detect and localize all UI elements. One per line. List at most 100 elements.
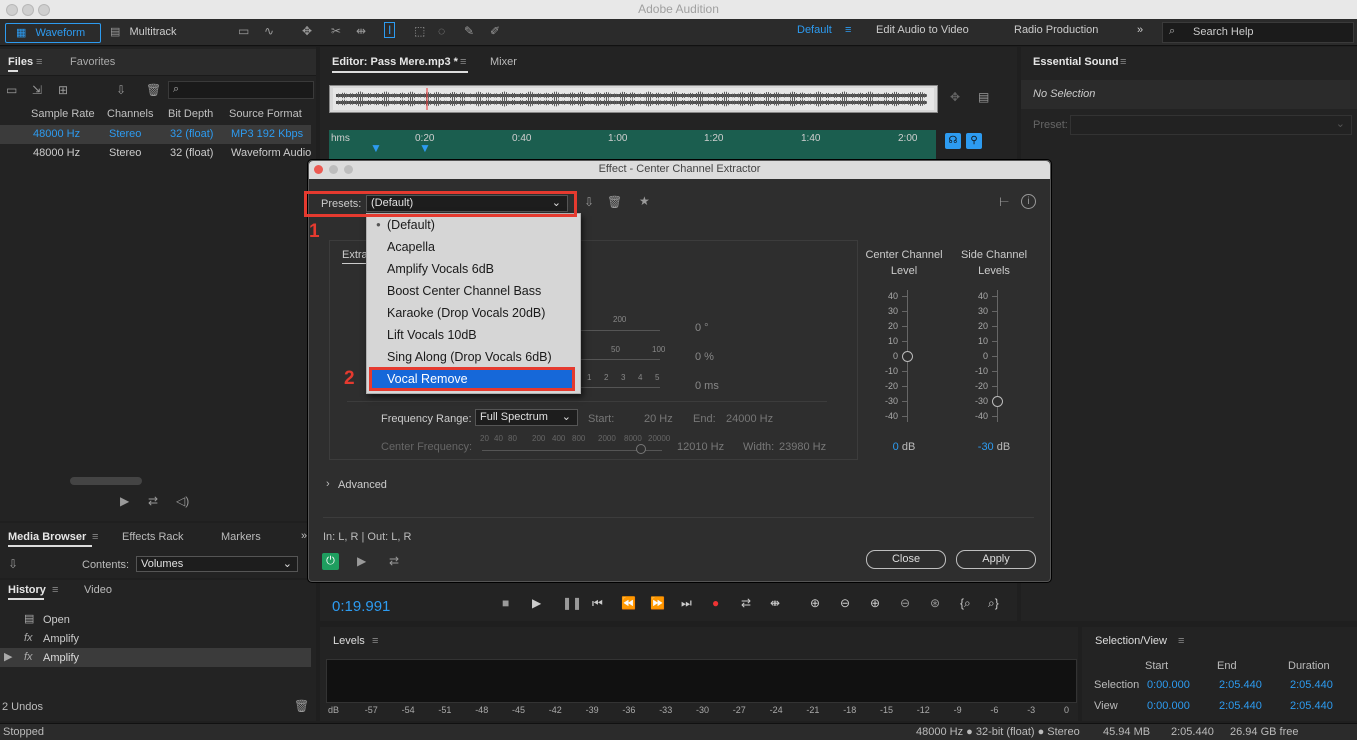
view-start[interactable]: 0:00.000 xyxy=(1147,700,1190,712)
contents-select[interactable]: Volumes ⌄ xyxy=(136,556,298,572)
pause-icon[interactable]: ❚❚ xyxy=(562,596,582,610)
advanced-toggle[interactable]: Advanced xyxy=(338,479,387,491)
tab-favorites[interactable]: Favorites xyxy=(70,56,115,68)
center-frequency-slider[interactable]: 20 40 80 200 400 800 2000 8000 20000 xyxy=(480,434,670,454)
tab-markers[interactable]: Markers xyxy=(221,531,261,543)
preview-play-icon[interactable]: ▶ xyxy=(357,554,366,568)
center-level-readout[interactable]: 0 dB xyxy=(874,441,934,453)
preset-option-boost-center-bass[interactable]: Boost Center Channel Bass xyxy=(367,280,580,302)
chevron-right-icon[interactable]: › xyxy=(326,478,330,490)
tab-files[interactable]: Files xyxy=(8,56,33,68)
spectral-display-icon[interactable]: ▭ xyxy=(238,24,249,38)
timeline-ruler[interactable]: hms 0:20 0:40 1:00 1:20 1:40 2:00 ▼ ▼ xyxy=(329,130,936,160)
headphones-icon[interactable]: ☊ xyxy=(945,133,961,149)
width-value[interactable]: 23980 Hz xyxy=(779,441,826,453)
preset-option-acapella[interactable]: Acapella xyxy=(367,236,580,258)
levels-title[interactable]: Levels xyxy=(333,635,365,647)
center-level-knob[interactable] xyxy=(902,350,913,362)
history-menu-icon[interactable]: ≡ xyxy=(52,584,58,596)
zoom-selection-icon[interactable]: {⌕ xyxy=(960,596,971,611)
rewind-icon[interactable]: ⏪ xyxy=(621,596,636,610)
skip-selection-icon[interactable]: ⇼ xyxy=(770,596,780,610)
time-selection-tool-icon[interactable]: I xyxy=(384,22,396,38)
workspace-edit-audio-to-video[interactable]: Edit Audio to Video xyxy=(876,24,969,36)
center-channel-level-slider[interactable]: 40 30 20 10 0 -10 -20 -30 -40 xyxy=(874,290,934,424)
zoom-out-full-icon[interactable]: ⌕} xyxy=(988,596,999,611)
download-icon[interactable]: ⇩ xyxy=(8,557,18,571)
tab-video[interactable]: Video xyxy=(84,584,112,596)
levels-menu-icon[interactable]: ≡ xyxy=(372,635,378,647)
phase-slider[interactable] xyxy=(580,330,660,331)
workspace-default[interactable]: Default xyxy=(797,24,832,36)
amplitude-slider[interactable] xyxy=(580,359,660,360)
side-channel-levels-slider[interactable]: 40 30 20 10 0 -10 -20 -30 -40 xyxy=(964,290,1024,424)
preset-option-default[interactable]: ● (Default) xyxy=(367,214,580,236)
view-end[interactable]: 2:05.440 xyxy=(1219,700,1262,712)
view-duration[interactable]: 2:05.440 xyxy=(1290,700,1333,712)
column-bit-depth[interactable]: Bit Depth xyxy=(168,108,213,120)
column-channels[interactable]: Channels xyxy=(107,108,153,120)
insert-into-multitrack-icon[interactable]: ⇩ xyxy=(116,83,126,97)
loop-icon[interactable]: ⇄ xyxy=(148,494,158,508)
tab-extract[interactable]: Extra xyxy=(342,249,368,261)
pin-icon[interactable]: ⚲ xyxy=(966,133,982,149)
tab-editor[interactable]: Editor: Pass Mere.mp3 * xyxy=(332,56,458,68)
essential-sound-menu-icon[interactable]: ≡ xyxy=(1120,56,1126,68)
view-options-icon[interactable]: ▤ xyxy=(978,90,989,104)
selection-end[interactable]: 2:05.440 xyxy=(1219,679,1262,691)
selection-duration[interactable]: 2:05.440 xyxy=(1290,679,1333,691)
zoom-in-vertically-icon[interactable]: ✥ xyxy=(950,90,960,104)
zoom-out-amplitude-icon[interactable]: ⊖ xyxy=(840,596,850,610)
search-help-field[interactable]: ⌕ Search Help xyxy=(1162,22,1354,43)
frequency-range-select[interactable]: Full Spectrum ⌄ xyxy=(475,409,578,426)
tab-effects-rack[interactable]: Effects Rack xyxy=(122,531,184,543)
apply-button[interactable]: Apply xyxy=(956,550,1036,569)
zoom-in-time-icon[interactable]: ⊕ xyxy=(870,596,880,610)
essential-sound-title[interactable]: Essential Sound xyxy=(1033,56,1119,68)
new-file-icon[interactable]: ⊞ xyxy=(58,83,68,97)
list-item[interactable]: fx Amplify xyxy=(0,629,311,648)
files-scrollbar[interactable] xyxy=(70,477,142,485)
center-frequency-knob[interactable] xyxy=(636,444,646,454)
column-source-format[interactable]: Source Format xyxy=(229,108,302,120)
move-tool-icon[interactable]: ✥ xyxy=(302,24,312,38)
waveform-button[interactable]: ▦ Waveform xyxy=(5,23,101,43)
preset-option-amplify-vocals[interactable]: Amplify Vocals 6dB xyxy=(367,258,580,280)
trash-icon[interactable]: 🗑 xyxy=(146,83,161,97)
preset-option-sing-along[interactable]: Sing Along (Drop Vocals 6dB) xyxy=(367,346,580,368)
files-menu-icon[interactable]: ≡ xyxy=(36,56,42,68)
side-level-knob[interactable] xyxy=(992,395,1003,407)
info-icon[interactable]: i xyxy=(1021,194,1036,209)
marquee-tool-icon[interactable]: ⬚ xyxy=(414,24,425,38)
trash-icon[interactable]: 🗑 xyxy=(294,699,309,713)
spot-healing-tool-icon[interactable]: ✐ xyxy=(490,24,500,38)
center-frequency-value[interactable]: 12010 Hz xyxy=(677,441,724,453)
tab-media-browser[interactable]: Media Browser xyxy=(8,531,86,543)
table-row[interactable]: 48000 Hz Stereo 32 (float) MP3 192 Kbps xyxy=(0,125,311,144)
favorite-star-icon[interactable]: ★ xyxy=(639,194,650,208)
more-workspaces-icon[interactable]: » xyxy=(1137,24,1143,36)
more-tabs-icon[interactable]: » xyxy=(301,530,307,542)
pitch-display-icon[interactable]: ∿ xyxy=(264,24,274,38)
fast-forward-icon[interactable]: ⏩ xyxy=(650,596,665,610)
files-search-input[interactable]: ⌕ xyxy=(168,81,314,99)
preset-option-karaoke[interactable]: Karaoke (Drop Vocals 20dB) xyxy=(367,302,580,324)
selection-start[interactable]: 0:00.000 xyxy=(1147,679,1190,691)
media-menu-icon[interactable]: ≡ xyxy=(92,531,98,543)
essential-preset-select[interactable]: ⌄ xyxy=(1070,115,1352,135)
stop-icon[interactable]: ■ xyxy=(502,596,509,610)
tab-history[interactable]: History xyxy=(8,584,46,596)
open-file-icon[interactable]: ▭ xyxy=(6,83,17,97)
save-preset-icon[interactable]: ⇩ xyxy=(584,195,594,209)
overview-waveform[interactable] xyxy=(329,85,938,113)
zoom-full-icon[interactable]: ⊛ xyxy=(930,596,940,610)
power-icon[interactable]: ⏻ xyxy=(322,553,339,570)
play-icon[interactable]: ▶ xyxy=(532,596,541,610)
loop-playback-icon[interactable]: ⇄ xyxy=(741,596,751,610)
start-value[interactable]: 20 Hz xyxy=(644,413,673,425)
column-sample-rate[interactable]: Sample Rate xyxy=(31,108,95,120)
razor-tool-icon[interactable]: ✂ xyxy=(331,24,341,38)
zoom-out-time-icon[interactable]: ⊖ xyxy=(900,596,910,610)
editor-menu-icon[interactable]: ≡ xyxy=(460,56,466,68)
playhead-marker-icon[interactable]: ▼ xyxy=(419,141,431,155)
